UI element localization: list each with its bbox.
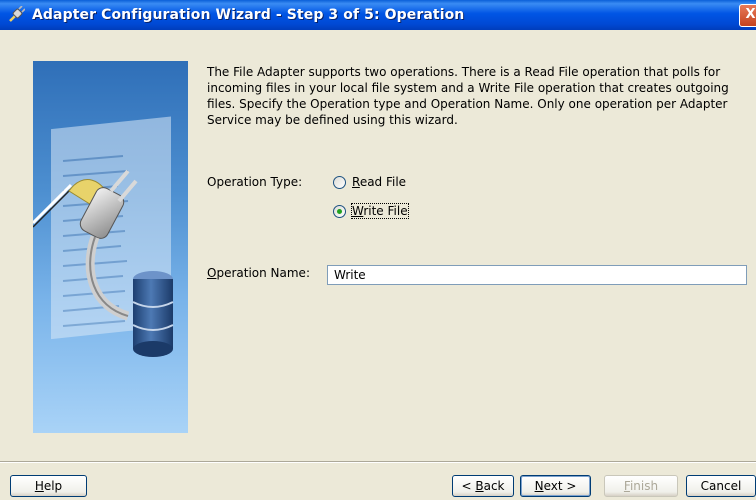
close-button[interactable]: X	[739, 4, 756, 27]
next-button[interactable]: Next >	[520, 475, 591, 497]
wizard-description: The File Adapter supports two operations…	[207, 65, 729, 127]
radio-read-file[interactable]: Read File	[333, 172, 406, 192]
wizard-window: Adapter Configuration Wizard - Step 3 of…	[0, 0, 756, 500]
plug-icon	[6, 5, 26, 25]
help-button[interactable]: Help	[10, 475, 87, 497]
radio-write-file-label: Write File	[351, 203, 409, 219]
radio-read-file-label: Read File	[352, 175, 407, 189]
radio-write-file[interactable]: Write File	[333, 201, 409, 221]
cancel-button[interactable]: Cancel	[686, 475, 756, 497]
operation-name-label: Operation Name:	[207, 266, 310, 280]
back-button[interactable]: < Back	[452, 475, 514, 497]
operation-name-input[interactable]	[327, 265, 747, 285]
footer-separator	[0, 461, 756, 463]
finish-button[interactable]: Finish	[604, 475, 678, 497]
radio-button-write-file[interactable]	[333, 204, 346, 218]
radio-button-read-file[interactable]	[333, 175, 346, 189]
operation-type-label: Operation Type:	[207, 175, 303, 189]
title-bar[interactable]: Adapter Configuration Wizard - Step 3 of…	[0, 0, 756, 30]
window-title: Adapter Configuration Wizard - Step 3 of…	[32, 7, 465, 23]
adapter-plug-database-illustration	[33, 61, 188, 433]
